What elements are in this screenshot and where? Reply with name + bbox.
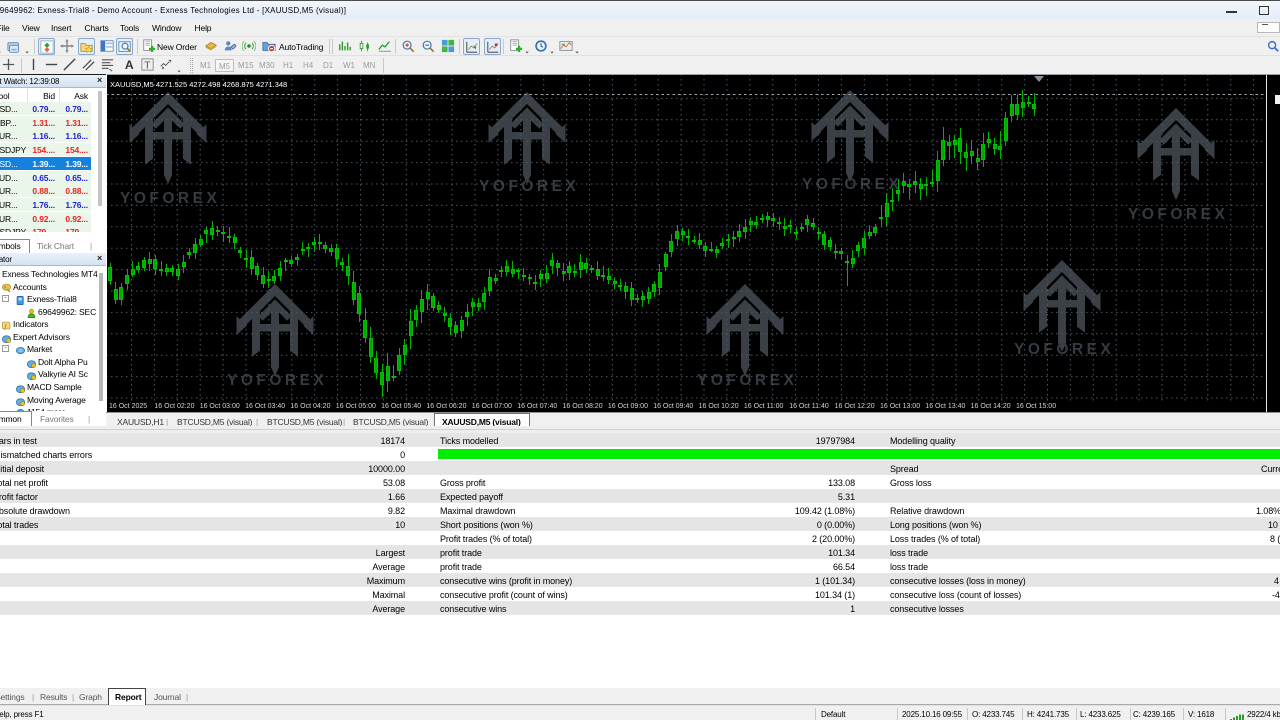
svg-text:16 Oct 11:00: 16 Oct 11:00 xyxy=(744,403,784,410)
svg-text:16 Oct 07:40: 16 Oct 07:40 xyxy=(517,403,557,410)
svg-text:16 Oct 13:00: 16 Oct 13:00 xyxy=(880,403,920,410)
svg-text:YOFOREX: YOFOREX xyxy=(227,372,327,389)
svg-text:16 Oct 05:40: 16 Oct 05:40 xyxy=(381,403,421,410)
svg-text:YOFOREX: YOFOREX xyxy=(120,190,220,207)
svg-text:16 Oct 11:40: 16 Oct 11:40 xyxy=(789,403,829,410)
svg-text:16 Oct 2025: 16 Oct 2025 xyxy=(109,403,147,410)
svg-text:A: A xyxy=(125,58,134,72)
svg-text:16 Oct 03:40: 16 Oct 03:40 xyxy=(245,403,285,410)
svg-text:16 Oct 04:20: 16 Oct 04:20 xyxy=(290,403,330,410)
svg-text:16 Oct 13:40: 16 Oct 13:40 xyxy=(925,403,965,410)
svg-text:T: T xyxy=(144,60,151,71)
svg-text:16 Oct 08:20: 16 Oct 08:20 xyxy=(563,403,603,410)
svg-text:16 Oct 09:00: 16 Oct 09:00 xyxy=(608,403,648,410)
svg-text:16 Oct 14:20: 16 Oct 14:20 xyxy=(971,403,1011,410)
svg-text:16 Oct 12:20: 16 Oct 12:20 xyxy=(835,403,875,410)
svg-text:YOFOREX: YOFOREX xyxy=(697,372,797,389)
svg-text:16 Oct 09:40: 16 Oct 09:40 xyxy=(653,403,693,410)
svg-text:YOFOREX: YOFOREX xyxy=(479,178,579,195)
svg-text:16 Oct 15:00: 16 Oct 15:00 xyxy=(1016,403,1056,410)
svg-text:16 Oct 06:20: 16 Oct 06:20 xyxy=(426,403,466,410)
svg-text:16 Oct 07:00: 16 Oct 07:00 xyxy=(472,403,512,410)
svg-text:16 Oct 03:00: 16 Oct 03:00 xyxy=(200,403,240,410)
svg-text:XAUUSD,M5 4271.525 4272.498 4: XAUUSD,M5 4271.525 4272.498 4268.875 427… xyxy=(110,80,287,89)
svg-text:16 Oct 10:20: 16 Oct 10:20 xyxy=(699,403,739,410)
svg-text:16 Oct 02:20: 16 Oct 02:20 xyxy=(154,403,194,410)
svg-text:YOFOREX: YOFOREX xyxy=(1128,206,1228,223)
svg-text:16 Oct 05:00: 16 Oct 05:00 xyxy=(336,403,376,410)
svg-text:YOFOREX: YOFOREX xyxy=(1014,341,1114,358)
